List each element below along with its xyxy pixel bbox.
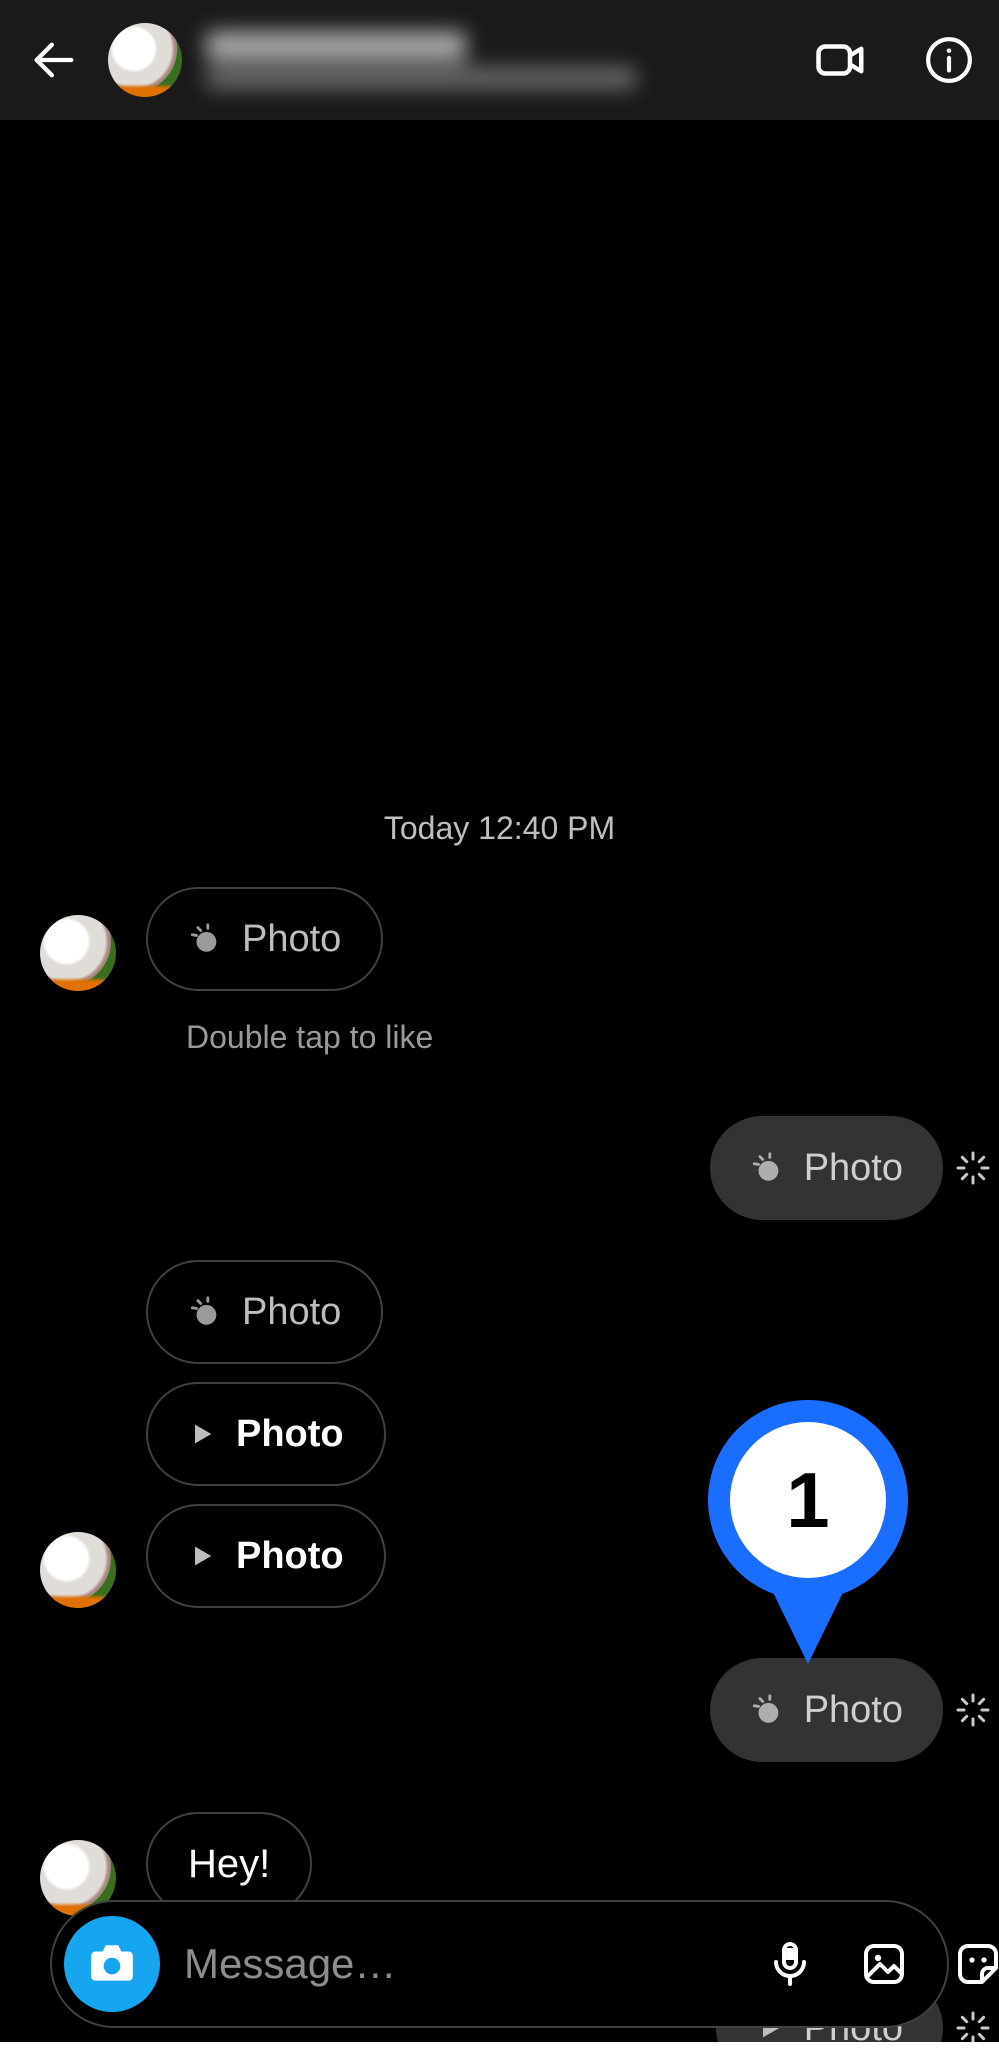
spinner-icon [955,1692,991,1728]
info-icon [924,35,974,85]
message-row-received: Photo [0,1382,999,1486]
photo-label: Photo [804,1689,903,1732]
sender-avatar[interactable] [40,915,116,991]
message-row-received: Photo [0,887,999,991]
photo-label: Photo [242,1291,341,1334]
disappearing-photo-icon [750,1151,784,1185]
timestamp-divider: Today 12:40 PM [0,810,999,847]
contact-avatar[interactable] [108,23,182,97]
photo-bubble-sent[interactable]: Photo [710,1658,943,1762]
photo-bubble-received[interactable]: Photo [146,887,383,991]
camera-button[interactable] [64,1916,160,2012]
disappearing-photo-icon [188,1295,222,1329]
photo-label: Photo [242,918,341,961]
sticker-icon [954,1940,999,1988]
screenshot-edge [0,2042,999,2048]
arrow-left-icon [28,34,80,86]
sending-spinner [955,2010,991,2046]
photo-label: Photo [236,1535,344,1578]
back-button[interactable] [24,30,84,90]
microphone-icon [766,1940,814,1988]
photo-label: Photo [236,1413,344,1456]
message-composer [50,1900,949,2028]
message-row-received: Photo [0,1260,999,1364]
message-text: Hey! [188,1842,270,1887]
double-tap-hint: Double tap to like [186,1019,999,1056]
message-row-received: Photo [0,1504,999,1608]
camera-icon [87,1939,137,1989]
photo-play-bubble-received[interactable]: Photo [146,1504,386,1608]
voice-button[interactable] [761,1935,819,1993]
video-call-button[interactable] [811,30,871,90]
gallery-button[interactable] [855,1935,913,1993]
sticker-button[interactable] [949,1935,999,1993]
photo-label: Photo [804,1147,903,1190]
image-icon [860,1940,908,1988]
photo-play-bubble-received[interactable]: Photo [146,1382,386,1486]
play-icon [188,1542,216,1570]
sender-avatar[interactable] [40,1532,116,1608]
sending-spinner [955,1692,991,1728]
spinner-icon [955,1150,991,1186]
message-row-sent: Photo [0,1658,999,1762]
message-input[interactable] [184,1940,725,1988]
message-thread: Today 12:40 PM Photo Double tap to like … [0,810,999,2048]
video-icon [814,33,868,87]
disappearing-photo-icon [750,1693,784,1727]
sending-spinner [955,1150,991,1186]
contact-name-area[interactable] [206,31,763,89]
disappearing-photo-icon [188,922,222,956]
photo-bubble-received[interactable]: Photo [146,1260,383,1364]
chat-header [0,0,999,120]
message-stack: Photo Photo Photo [0,1260,999,1608]
play-icon [188,1420,216,1448]
message-row-sent: Photo [0,1116,999,1220]
spinner-icon [955,2010,991,2046]
info-button[interactable] [919,30,979,90]
photo-bubble-sent[interactable]: Photo [710,1116,943,1220]
